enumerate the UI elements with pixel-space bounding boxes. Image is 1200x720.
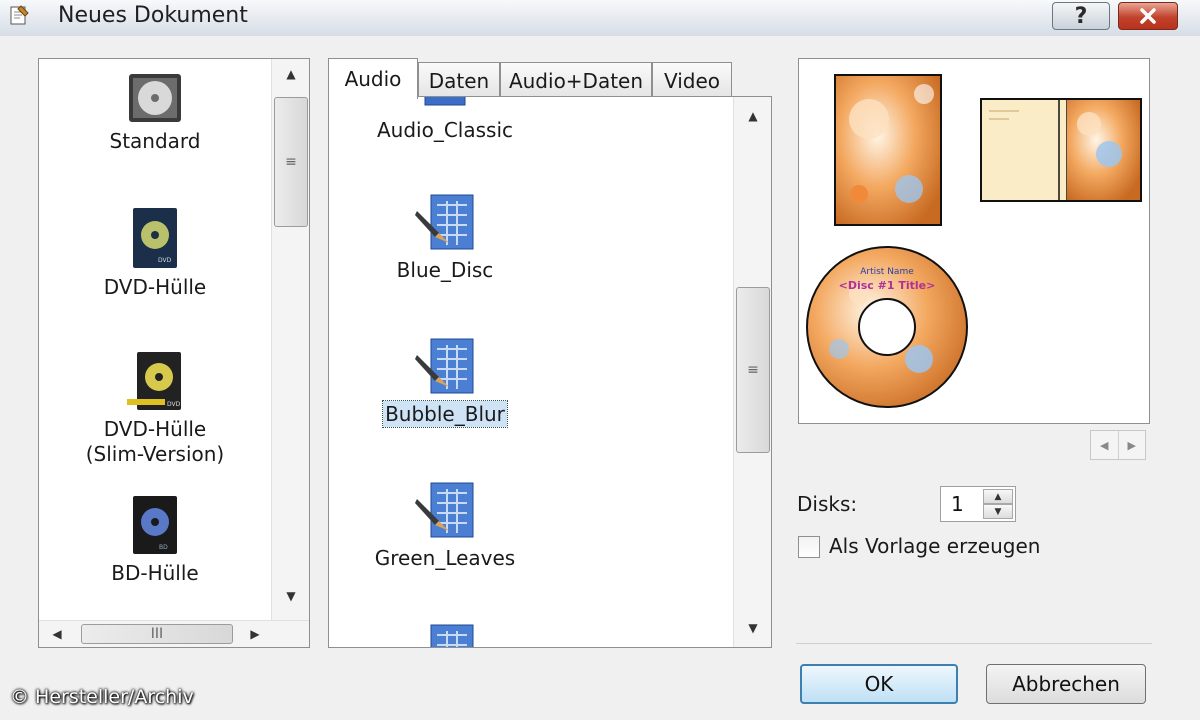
close-button[interactable] [1118, 2, 1178, 30]
spin-up-icon[interactable]: ▲ [983, 489, 1013, 504]
preview-next-icon[interactable]: ▶ [1119, 431, 1146, 459]
doc-type-label: DVD-Hülle (Slim-Version) [85, 417, 225, 466]
cancel-button[interactable]: Abbrechen [986, 664, 1146, 704]
template-file-icon [415, 338, 474, 394]
template-label: Audio_Classic [376, 118, 513, 142]
tab-label: Audio+Daten [508, 68, 644, 93]
doc-type-label: Standard [109, 129, 201, 153]
dvd-slim-case-icon: DVD [127, 352, 181, 410]
template-item-selected[interactable]: Bubble_Blur [329, 337, 561, 428]
document-type-list[interactable]: Standard DVD DVD-Hülle DVD DVD-Hülle (Sl… [38, 58, 310, 648]
template-file-icon [415, 194, 474, 250]
scroll-down-icon[interactable]: ▼ [272, 585, 309, 607]
tab-label: Daten [428, 68, 490, 93]
svg-text:BD: BD [159, 544, 168, 551]
tab-daten[interactable]: Daten [418, 62, 500, 98]
doc-type-standard[interactable]: Standard [39, 73, 271, 154]
template-file-icon [415, 482, 474, 538]
svg-text:DVD: DVD [158, 257, 172, 264]
as-template-label[interactable]: Als Vorlage erzeugen [829, 534, 1040, 558]
template-label: Green_Leaves [374, 546, 516, 570]
left-horizontal-scrollbar[interactable]: ◀ III ▶ [39, 620, 309, 647]
disc-artist-text: Artist Name [860, 267, 914, 277]
disks-value[interactable]: 1 [951, 492, 964, 516]
copyright-watermark: © Hersteller/Archiv [10, 686, 194, 708]
tab-label: Audio [344, 67, 402, 91]
doc-type-dvd-slim[interactable]: DVD DVD-Hülle (Slim-Version) [39, 351, 271, 467]
help-button[interactable]: ? [1052, 2, 1110, 30]
tab-label: Video [663, 68, 721, 93]
doc-type-bd[interactable]: BD BD-Hülle [39, 495, 271, 586]
scroll-left-icon[interactable]: ◀ [47, 623, 67, 645]
tab-video[interactable]: Video [652, 62, 732, 98]
doc-type-dvd[interactable]: DVD DVD-Hülle [39, 207, 271, 300]
template-item[interactable]: Green_Leaves [329, 481, 561, 571]
spin-down-icon[interactable]: ▼ [983, 504, 1013, 519]
template-item[interactable]: Blue_Disc [329, 193, 561, 283]
app-icon [10, 5, 29, 25]
close-icon [1140, 8, 1156, 24]
scroll-thumb[interactable]: ≡ [274, 97, 308, 227]
window-title: Neues Dokument [58, 3, 248, 28]
ok-label: OK [864, 672, 894, 696]
template-icon-partial [424, 97, 466, 106]
cancel-label: Abbrechen [1012, 672, 1120, 696]
disc-title-text: <Disc #1 Title> [839, 279, 936, 292]
template-list[interactable]: Audio_Classic Blue_Disc Bubble_Blur Gree… [328, 96, 772, 648]
left-vertical-scrollbar[interactable]: ▲ ≡ ▼ [271, 59, 309, 621]
disks-label: Disks: [797, 492, 858, 516]
scroll-up-icon[interactable]: ▲ [272, 63, 309, 85]
preview-pager[interactable]: ◀ ▶ [1090, 430, 1146, 460]
bd-case-icon: BD [133, 496, 177, 554]
preview-image: Artist Name <Disc #1 Title> [806, 74, 1142, 408]
template-file-icon [430, 624, 474, 647]
hscroll-thumb[interactable]: III [81, 624, 233, 644]
tab-audio[interactable]: Audio [328, 58, 418, 99]
preview-prev-icon[interactable]: ◀ [1091, 431, 1119, 459]
ok-button[interactable]: OK [800, 664, 958, 704]
doc-type-label: BD-Hülle [111, 561, 199, 585]
scroll-thumb[interactable]: ≡ [736, 287, 770, 453]
scroll-up-icon[interactable]: ▲ [734, 105, 771, 127]
scroll-right-icon[interactable]: ▶ [245, 623, 265, 645]
title-bar: Neues Dokument ? [0, 0, 1200, 37]
doc-type-label: DVD-Hülle [103, 275, 207, 299]
tab-audio-daten[interactable]: Audio+Daten [500, 62, 652, 98]
scroll-down-icon[interactable]: ▼ [734, 617, 771, 639]
template-item[interactable]: Audio_Classic [329, 117, 561, 143]
svg-text:DVD: DVD [167, 401, 181, 408]
template-vertical-scrollbar[interactable]: ▲ ≡ ▼ [733, 97, 771, 647]
separator [796, 643, 1152, 644]
as-template-checkbox[interactable] [798, 536, 820, 558]
template-label: Bubble_Blur [382, 400, 508, 428]
template-preview: Artist Name <Disc #1 Title> [798, 58, 1150, 424]
template-label: Blue_Disc [396, 258, 494, 282]
dvd-case-icon: DVD [133, 208, 177, 268]
disks-spinner[interactable]: 1 ▲ ▼ [940, 486, 1016, 522]
cd-case-icon [129, 74, 181, 122]
help-icon: ? [1074, 3, 1088, 29]
